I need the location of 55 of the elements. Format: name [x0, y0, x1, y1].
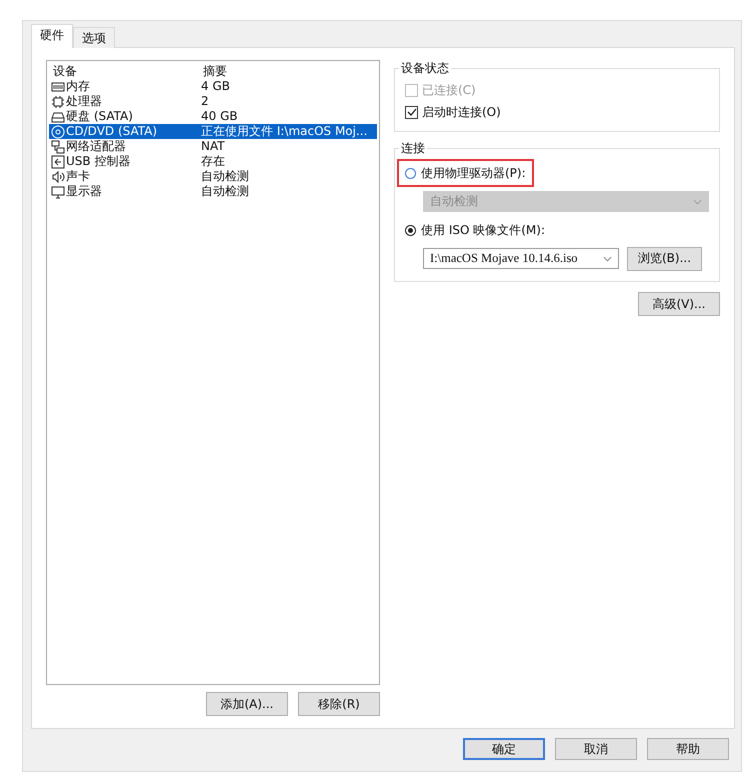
- device-row[interactable]: CD/DVD (SATA) 正在使用文件 I:\macOS Moj...: [49, 124, 377, 139]
- device-row[interactable]: 网络适配器 NAT: [49, 139, 377, 154]
- radio-button[interactable]: [405, 224, 416, 236]
- checkbox-label: 已连接(C): [422, 82, 476, 98]
- device-summary: 存在: [201, 154, 225, 169]
- device-summary: 4 GB: [201, 79, 230, 94]
- device-summary: 2: [201, 94, 209, 109]
- caret-icon: [603, 256, 612, 262]
- device-name: 处理器: [66, 94, 102, 109]
- device-name: 显示器: [66, 184, 102, 199]
- radio-label: 使用物理驱动器(P):: [421, 164, 526, 182]
- device-row[interactable]: USB 控制器 存在: [49, 154, 377, 169]
- browse-button[interactable]: 浏览(B)...: [627, 246, 702, 270]
- monitor-icon: [51, 184, 65, 198]
- dialog-button[interactable]: 帮助: [647, 738, 729, 760]
- device-name: 网络适配器: [66, 139, 126, 154]
- device-row[interactable]: 处理器 2: [49, 94, 377, 109]
- network-icon: [51, 140, 65, 154]
- checkbox[interactable]: [405, 106, 418, 118]
- device-name: USB 控制器: [66, 154, 130, 169]
- checkbox-label: 启动时连接(O): [422, 104, 501, 120]
- list-button[interactable]: 添加(A)...: [206, 692, 288, 716]
- device-name: 声卡: [66, 169, 90, 184]
- column-header: 摘要: [203, 64, 227, 79]
- advanced-button[interactable]: 高级(V)...: [638, 292, 720, 316]
- device-summary: 自动检测: [201, 184, 249, 199]
- device-name: 硬盘 (SATA): [66, 109, 133, 124]
- usb-icon: [51, 154, 65, 168]
- drive-icon: [51, 110, 65, 124]
- caret-icon: [693, 198, 702, 204]
- device-summary: 正在使用文件 I:\macOS Moj...: [201, 124, 368, 139]
- tab[interactable]: 硬件: [31, 24, 73, 48]
- device-name: CD/DVD (SATA): [66, 124, 158, 139]
- column-header: 设备: [52, 64, 78, 79]
- device-summary: 自动检测: [201, 169, 249, 184]
- device-row[interactable]: 内存 4 GB: [49, 79, 377, 94]
- list-button[interactable]: 移除(R): [298, 692, 380, 716]
- device-row[interactable]: 显示器 自动检测: [49, 184, 377, 199]
- disc-icon: [51, 124, 65, 138]
- group-title: 设备状态: [400, 60, 450, 77]
- group-title: 连接: [400, 140, 426, 157]
- device-row[interactable]: 声卡 自动检测: [49, 169, 377, 184]
- radio-button[interactable]: [405, 168, 416, 178]
- device-summary: NAT: [201, 139, 225, 154]
- device-name: 内存: [66, 79, 90, 94]
- radio-label: 使用 ISO 映像文件(M):: [421, 222, 545, 238]
- dialog-button[interactable]: 取消: [555, 738, 637, 760]
- speaker-icon: [51, 170, 65, 184]
- tab[interactable]: 选项: [73, 27, 115, 48]
- dialog-button[interactable]: 确定: [463, 738, 545, 760]
- iso-dropdown[interactable]: I:\macOS Mojave 10.14.6.iso: [423, 248, 619, 269]
- chip-icon: [51, 94, 65, 108]
- device-summary: 40 GB: [201, 109, 238, 124]
- memory-icon: [51, 80, 65, 94]
- device-row[interactable]: 硬盘 (SATA) 40 GB: [49, 109, 377, 124]
